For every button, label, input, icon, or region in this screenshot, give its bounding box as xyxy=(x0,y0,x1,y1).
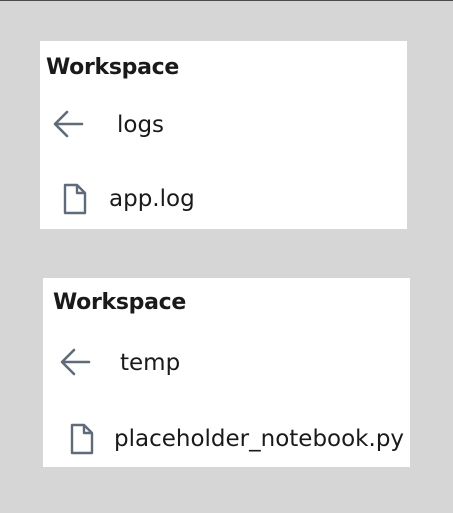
back-button[interactable] xyxy=(51,107,85,141)
window-top-border xyxy=(0,0,453,1)
current-folder-name: logs xyxy=(117,112,165,138)
workspace-panel: Workspace logs app.log xyxy=(40,41,407,229)
arrow-left-icon xyxy=(53,110,84,138)
file-icon xyxy=(69,423,95,455)
file-name: app.log xyxy=(109,186,195,212)
panel-title: Workspace xyxy=(53,290,187,315)
arrow-left-icon xyxy=(60,348,91,376)
file-item[interactable]: app.log xyxy=(62,183,195,215)
panel-title: Workspace xyxy=(46,55,180,80)
current-folder-name: temp xyxy=(120,350,181,376)
file-item[interactable]: placeholder_notebook.py xyxy=(69,423,404,455)
workspace-panel: Workspace temp placeholder_notebook.py xyxy=(43,278,410,467)
back-button[interactable] xyxy=(58,345,92,379)
file-name: placeholder_notebook.py xyxy=(114,426,405,452)
file-icon xyxy=(62,183,88,215)
